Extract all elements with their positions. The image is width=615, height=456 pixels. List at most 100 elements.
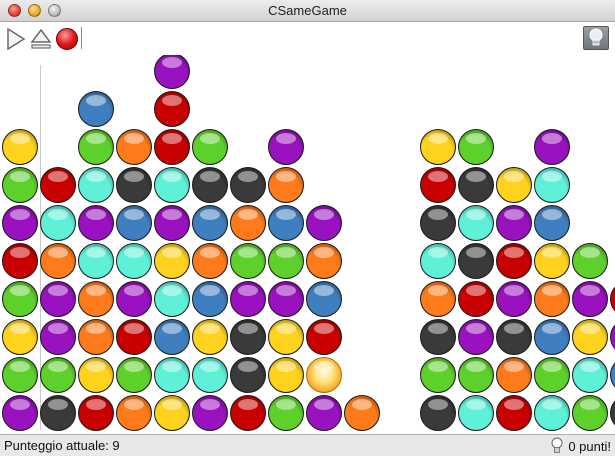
ball-green[interactable]	[78, 129, 114, 165]
ball-green[interactable]	[230, 243, 266, 279]
ball-cyan[interactable]	[154, 281, 190, 317]
game-board[interactable]	[0, 55, 615, 433]
ball-red[interactable]	[154, 91, 190, 127]
ball-black[interactable]	[420, 395, 456, 431]
ball-orange[interactable]	[420, 281, 456, 317]
ball-blue[interactable]	[534, 205, 570, 241]
play-icon[interactable]	[5, 27, 27, 51]
ball-green[interactable]	[572, 243, 608, 279]
ball-cyan[interactable]	[534, 167, 570, 203]
ball-red[interactable]	[306, 319, 342, 355]
ball-purple[interactable]	[496, 281, 532, 317]
ball-cyan[interactable]	[534, 395, 570, 431]
ball-green[interactable]	[458, 357, 494, 393]
ball-red[interactable]	[230, 395, 266, 431]
ball-yellow[interactable]	[268, 357, 304, 393]
ball-green[interactable]	[458, 129, 494, 165]
ball-cyan[interactable]	[116, 243, 152, 279]
ball-blue[interactable]	[534, 319, 570, 355]
ball-orange[interactable]	[116, 129, 152, 165]
ball-cyan[interactable]	[40, 205, 76, 241]
ball-red[interactable]	[154, 129, 190, 165]
ball-red[interactable]	[496, 395, 532, 431]
ball-purple[interactable]	[306, 395, 342, 431]
ball-yellow[interactable]	[154, 243, 190, 279]
ball-purple[interactable]	[154, 205, 190, 241]
ball-red[interactable]	[116, 319, 152, 355]
ball-orange[interactable]	[116, 395, 152, 431]
ball-black[interactable]	[458, 167, 494, 203]
ball-yellow[interactable]	[420, 129, 456, 165]
ball-purple[interactable]	[192, 395, 228, 431]
ball-green[interactable]	[2, 357, 38, 393]
ball-purple[interactable]	[40, 281, 76, 317]
ball-cyan[interactable]	[154, 167, 190, 203]
ball-purple[interactable]	[268, 129, 304, 165]
ball-orange[interactable]	[534, 281, 570, 317]
ball-purple[interactable]	[306, 205, 342, 241]
ball-yellow[interactable]	[154, 395, 190, 431]
ball-black[interactable]	[40, 395, 76, 431]
ball-orange[interactable]	[306, 243, 342, 279]
ball-purple[interactable]	[268, 281, 304, 317]
ball-purple[interactable]	[40, 319, 76, 355]
ball-blue[interactable]	[116, 205, 152, 241]
ball-yellow[interactable]	[534, 243, 570, 279]
ball-orange[interactable]	[268, 167, 304, 203]
ball-black[interactable]	[420, 205, 456, 241]
ball-cyan[interactable]	[192, 357, 228, 393]
ball-orange[interactable]	[230, 205, 266, 241]
ball-black[interactable]	[496, 319, 532, 355]
ball-red[interactable]	[420, 167, 456, 203]
ball-black[interactable]	[420, 319, 456, 355]
ball-black[interactable]	[230, 357, 266, 393]
ball-blue[interactable]	[192, 281, 228, 317]
ball-cyan[interactable]	[458, 205, 494, 241]
ball-green[interactable]	[2, 167, 38, 203]
ball-green[interactable]	[268, 395, 304, 431]
ball-purple[interactable]	[572, 281, 608, 317]
ball-red[interactable]	[458, 281, 494, 317]
ball-red[interactable]	[496, 243, 532, 279]
eject-icon[interactable]	[30, 27, 52, 51]
ball-red[interactable]	[78, 395, 114, 431]
ball-orange[interactable]	[78, 281, 114, 317]
ball-purple[interactable]	[610, 319, 615, 355]
stop-icon[interactable]	[56, 28, 78, 50]
ball-black[interactable]	[610, 395, 615, 431]
ball-cyan[interactable]	[154, 357, 190, 393]
ball-purple[interactable]	[2, 205, 38, 241]
ball-cyan[interactable]	[458, 395, 494, 431]
ball-orange[interactable]	[192, 243, 228, 279]
ball-green[interactable]	[534, 357, 570, 393]
ball-green[interactable]	[116, 357, 152, 393]
ball-blue[interactable]	[78, 91, 114, 127]
ball-cyan[interactable]	[78, 167, 114, 203]
ball-black[interactable]	[458, 243, 494, 279]
ball-purple[interactable]	[154, 55, 190, 89]
ball-blue[interactable]	[192, 205, 228, 241]
ball-black[interactable]	[192, 167, 228, 203]
ball-green[interactable]	[572, 395, 608, 431]
ball-blue[interactable]	[306, 281, 342, 317]
ball-purple[interactable]	[534, 129, 570, 165]
ball-yellow[interactable]	[572, 319, 608, 355]
ball-orange[interactable]	[344, 395, 380, 431]
ball-red[interactable]	[610, 281, 615, 317]
ball-green[interactable]	[2, 281, 38, 317]
ball-blue[interactable]	[610, 357, 615, 393]
ball-yellow[interactable]	[2, 129, 38, 165]
ball-yellow[interactable]	[78, 357, 114, 393]
ball-purple[interactable]	[458, 319, 494, 355]
ball-yellow[interactable]	[2, 319, 38, 355]
ball-orange[interactable]	[496, 357, 532, 393]
ball-cyan[interactable]	[572, 357, 608, 393]
ball-green[interactable]	[420, 357, 456, 393]
ball-green[interactable]	[40, 357, 76, 393]
ball-black[interactable]	[230, 319, 266, 355]
ball-highlighted[interactable]	[306, 357, 342, 393]
ball-purple[interactable]	[496, 205, 532, 241]
ball-purple[interactable]	[116, 281, 152, 317]
ball-red[interactable]	[2, 243, 38, 279]
ball-yellow[interactable]	[496, 167, 532, 203]
